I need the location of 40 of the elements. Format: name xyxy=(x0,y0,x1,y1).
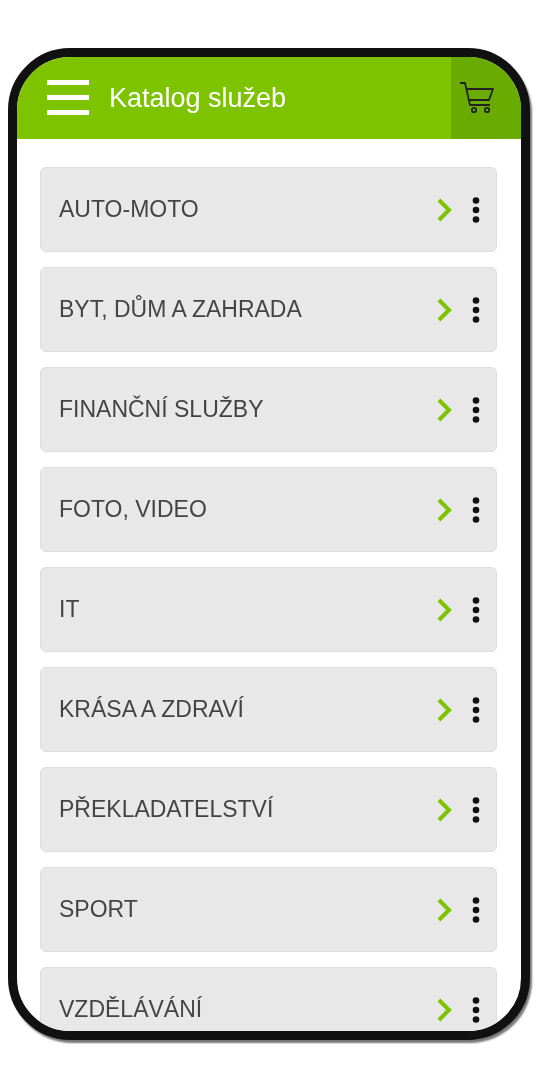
chevron-right-icon xyxy=(436,496,452,523)
menu-icon xyxy=(47,79,89,117)
chevron-right-icon xyxy=(436,796,452,823)
more-icon xyxy=(472,796,480,823)
category-item[interactable]: FINANČNÍ SLUŽBY xyxy=(40,367,497,452)
category-label: SPORT xyxy=(59,896,139,923)
category-label: IT xyxy=(59,596,81,623)
category-label: BYT, DŮM A ZAHRADA xyxy=(59,296,303,323)
more-icon xyxy=(472,996,480,1023)
category-item[interactable]: IT xyxy=(40,567,497,652)
category-label: FINANČNÍ SLUŽBY xyxy=(59,396,265,423)
app-title: Katalog služeb xyxy=(109,82,288,114)
chevron-right-icon xyxy=(436,896,452,923)
category-item[interactable]: FOTO, VIDEO xyxy=(40,467,497,552)
chevron-right-icon xyxy=(436,296,452,323)
category-item[interactable]: VZDĚLÁVÁNÍ xyxy=(40,967,497,1031)
category-label: PŘEKLADATELSTVÍ xyxy=(59,796,275,823)
more-icon xyxy=(472,596,480,623)
category-item[interactable]: BYT, DŮM A ZAHRADA xyxy=(40,267,497,352)
category-label: AUTO-MOTO xyxy=(59,196,200,223)
chevron-right-icon xyxy=(436,596,452,623)
cart-button[interactable] xyxy=(451,57,521,139)
more-icon xyxy=(472,396,480,423)
chevron-right-icon xyxy=(436,396,452,423)
more-icon xyxy=(472,896,480,923)
cart-icon xyxy=(459,80,495,116)
chevron-right-icon xyxy=(436,196,452,223)
chevron-right-icon xyxy=(436,696,452,723)
more-icon xyxy=(472,196,480,223)
category-item[interactable]: PŘEKLADATELSTVÍ xyxy=(40,767,497,852)
more-icon xyxy=(472,296,480,323)
category-label: FOTO, VIDEO xyxy=(59,496,208,523)
chevron-right-icon xyxy=(436,996,452,1023)
more-icon xyxy=(472,696,480,723)
category-label: VZDĚLÁVÁNÍ xyxy=(59,996,204,1023)
category-item[interactable]: SPORT xyxy=(40,867,497,952)
category-item[interactable]: AUTO-MOTO xyxy=(40,167,497,252)
category-item[interactable]: KRÁSA A ZDRAVÍ xyxy=(40,667,497,752)
more-icon xyxy=(472,496,480,523)
category-label: KRÁSA A ZDRAVÍ xyxy=(59,696,245,723)
